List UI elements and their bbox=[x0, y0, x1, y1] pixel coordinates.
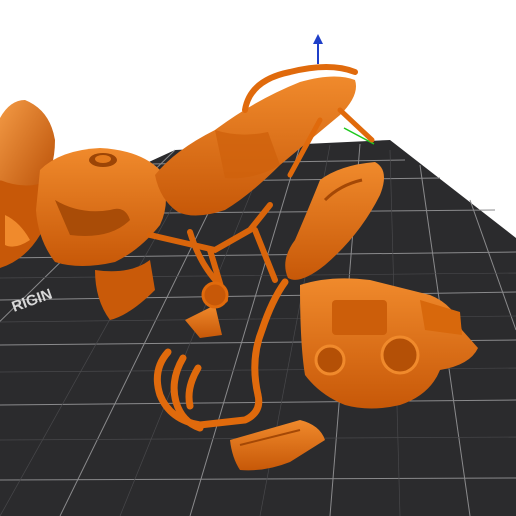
3d-viewport[interactable]: RIGIN bbox=[0, 0, 516, 516]
scene-canvas[interactable]: RIGIN bbox=[0, 0, 516, 516]
